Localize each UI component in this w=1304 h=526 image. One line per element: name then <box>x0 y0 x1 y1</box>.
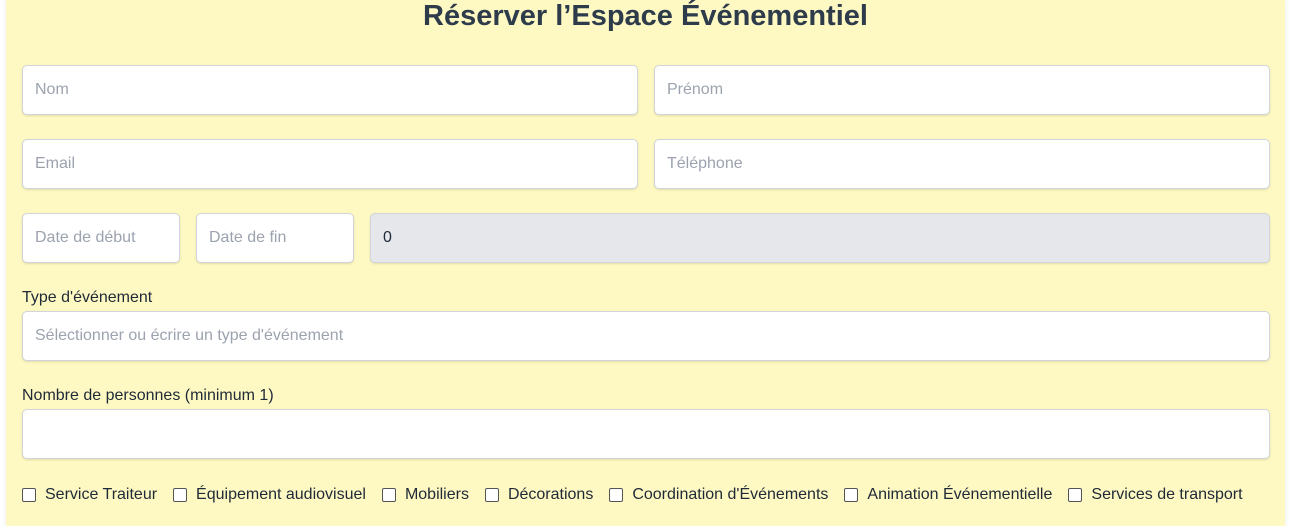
checkbox[interactable] <box>381 488 396 502</box>
service-label: Services de transport <box>1091 486 1243 503</box>
date-debut-input[interactable] <box>22 213 180 263</box>
service-label: Service Traiteur <box>45 486 158 503</box>
service-label: Décorations <box>507 486 594 503</box>
service-option-traiteur[interactable]: Service Traiteur <box>22 486 157 504</box>
checkbox[interactable] <box>609 488 624 502</box>
people-count-label: Nombre de personnes (minimum 1) <box>22 387 274 404</box>
email-input[interactable] <box>22 139 638 189</box>
people-count-input[interactable] <box>22 409 1270 459</box>
services-options: Service Traiteur Équipement audiovisuel … <box>22 484 1259 506</box>
form-title: Réserver l’Espace Événementiel <box>423 0 868 32</box>
checkbox[interactable] <box>484 488 499 502</box>
nom-input[interactable] <box>22 65 638 115</box>
checkbox[interactable] <box>1068 488 1083 502</box>
service-label: Mobiliers <box>404 486 469 503</box>
event-type-input[interactable] <box>22 311 1270 361</box>
checkbox[interactable] <box>22 488 36 502</box>
service-label: Coordination d'Événements <box>632 486 829 503</box>
service-option-coordination[interactable]: Coordination d'Événements <box>609 486 828 504</box>
date-fin-input[interactable] <box>196 213 354 263</box>
total-days-field <box>370 213 1270 263</box>
service-option-mobiliers[interactable]: Mobiliers <box>381 486 469 504</box>
service-option-audiovisuel[interactable]: Équipement audiovisuel <box>173 486 366 504</box>
checkbox[interactable] <box>173 488 188 502</box>
event-type-label: Type d'événement <box>22 289 153 306</box>
telephone-input[interactable] <box>654 139 1270 189</box>
prenom-input[interactable] <box>654 65 1270 115</box>
service-label: Animation Événementielle <box>867 486 1053 503</box>
service-label: Équipement audiovisuel <box>196 486 366 503</box>
checkbox[interactable] <box>844 488 859 502</box>
service-option-animation[interactable]: Animation Événementielle <box>844 486 1052 504</box>
service-option-decorations[interactable]: Décorations <box>484 486 594 504</box>
reservation-form-panel: Réserver l’Espace Événementiel Type d'év… <box>6 0 1285 526</box>
service-option-transport[interactable]: Services de transport <box>1068 486 1243 504</box>
